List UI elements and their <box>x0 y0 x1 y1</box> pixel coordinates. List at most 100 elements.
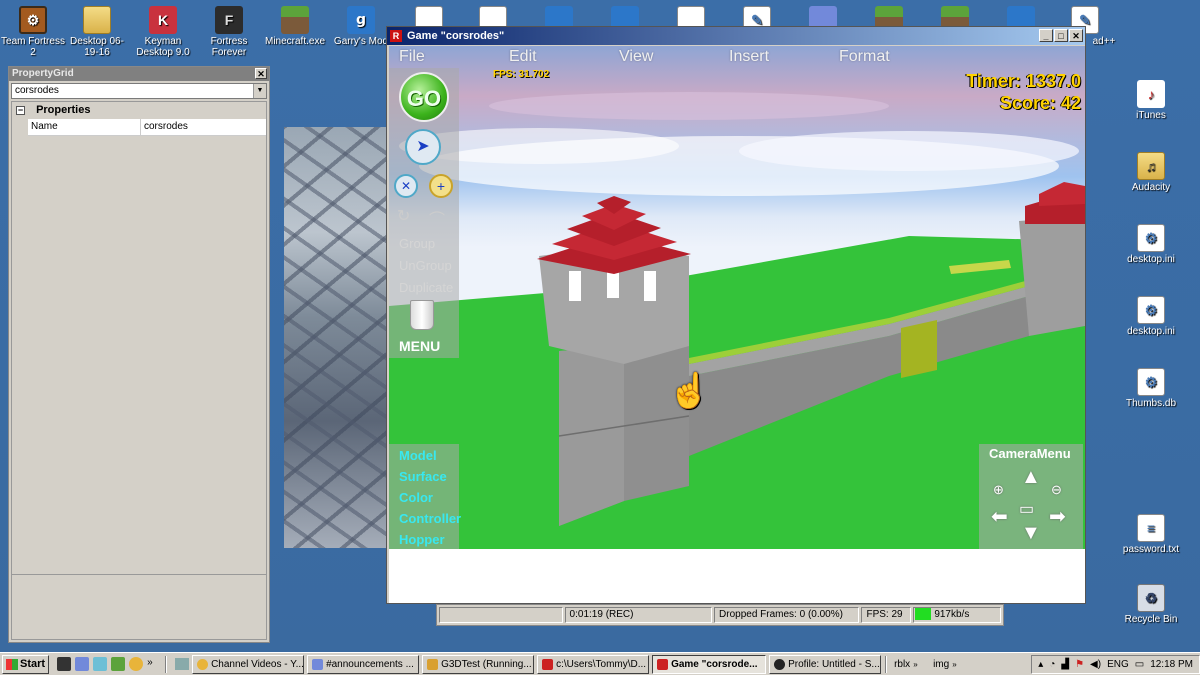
chevron-down-icon[interactable]: ▼ <box>253 84 266 98</box>
game-window: R Game "corsrodes" _ □ ✕ File Edit View … <box>386 26 1086 604</box>
taskbar-button[interactable]: Channel Videos - Y... <box>192 654 305 674</box>
rotate-icon[interactable]: ↻ <box>397 206 410 226</box>
windows-logo-icon <box>6 658 18 670</box>
trash-icon[interactable] <box>410 300 434 330</box>
language-indicator[interactable]: ENG <box>1107 659 1129 670</box>
game-window-status-area <box>389 549 1085 603</box>
property-row[interactable]: Name corsrodes <box>28 119 266 136</box>
ungroup-button[interactable]: UnGroup <box>399 258 452 273</box>
close-button[interactable]: ✕ <box>1069 29 1083 42</box>
desktop-icon-label: Thumbs.db <box>1125 398 1177 409</box>
taskbar-button[interactable]: G3DTest (Running... <box>422 654 535 674</box>
left-toolbar: GO ➤ ✕ + ↻ ⌒ Group UnGroup Duplicate MEN… <box>389 68 459 358</box>
camera-left-icon[interactable]: ⬅ <box>991 504 1008 529</box>
menu-file[interactable]: File <box>399 46 425 68</box>
clock[interactable]: 12:18 PM <box>1150 659 1193 670</box>
desktop-icon-fortress-forever[interactable]: F Fortress Forever <box>196 6 262 58</box>
add-icon[interactable]: + <box>429 174 453 198</box>
property-value[interactable]: corsrodes <box>141 119 266 135</box>
desktop-icon-recycle-bin[interactable]: ♻ Recycle Bin <box>1118 584 1184 625</box>
camera-zoom-out-icon[interactable]: ⊖ <box>1051 482 1062 498</box>
taskbar-button[interactable]: #announcements ... <box>307 654 420 674</box>
desktop-icon-label: Fortress Forever <box>210 36 248 58</box>
roblox-icon: R <box>390 30 402 42</box>
camera-down-icon[interactable]: ▼ <box>1021 522 1041 545</box>
camera-center-icon[interactable]: ▭ <box>1019 499 1034 519</box>
signal-icon[interactable]: ▟ <box>1061 659 1069 670</box>
property-key: Name <box>28 119 141 135</box>
keyman-icon: K <box>149 6 177 34</box>
taskbar-button-active[interactable]: Game "corsrode... <box>652 654 767 674</box>
desktop-icon-team-fortress[interactable]: ⚙ Team Fortress 2 <box>0 6 66 58</box>
close-icon[interactable]: ✕ <box>255 68 267 79</box>
toolbar-img[interactable]: img» <box>929 655 961 674</box>
recorder-empty-cell <box>439 607 563 623</box>
desktop-icon-folder[interactable]: Desktop 06-19-16 <box>64 6 130 58</box>
chrome-icon <box>197 658 209 670</box>
menu-view[interactable]: View <box>619 46 653 68</box>
flag-icon[interactable]: ⚑ <box>1075 659 1084 670</box>
property-grid-title: PropertyGrid <box>12 68 74 79</box>
taskbar-button-label: Profile: Untitled - S... <box>788 658 880 670</box>
minecraft-icon <box>281 6 309 34</box>
menu-insert[interactable]: Insert <box>729 46 769 68</box>
desktop-icon-password[interactable]: ≡ password.txt <box>1118 514 1184 555</box>
score-label: Score: 42 <box>999 93 1081 113</box>
camera-right-icon[interactable]: ➡ <box>1049 504 1066 529</box>
desktop-icon-itunes[interactable]: ♪ iTunes <box>1118 80 1184 121</box>
drag-icon[interactable]: ✕ <box>394 174 418 198</box>
menu-button[interactable]: MENU <box>399 338 440 354</box>
camera-zoom-in-icon[interactable]: ⊕ <box>993 482 1004 498</box>
discord-icon[interactable] <box>75 657 90 671</box>
desktop-icon-audacity[interactable]: ♫ Audacity <box>1118 152 1184 193</box>
volume-icon[interactable]: ◀) <box>1090 659 1101 670</box>
desktop-icon-garrys-mod[interactable]: g Garry's Mod <box>328 6 394 47</box>
network-monitor-icon[interactable] <box>175 658 190 670</box>
garrys-mod-icon: g <box>347 6 375 34</box>
start-label: Start <box>20 657 46 670</box>
property-category[interactable]: − Properties <box>12 102 266 119</box>
camera-up-icon[interactable]: ▲ <box>1021 466 1041 489</box>
start-button[interactable]: Start <box>2 654 50 674</box>
game-window-titlebar[interactable]: R Game "corsrodes" _ □ ✕ <box>387 27 1085 45</box>
desktop-icon-desktop-ini-2[interactable]: ⚙ desktop.ini <box>1118 296 1184 337</box>
desktop-icon-thumbs[interactable]: ⚙ Thumbs.db <box>1118 368 1184 409</box>
collapse-icon[interactable]: − <box>16 106 25 115</box>
group-button[interactable]: Group <box>399 236 435 251</box>
menu-edit[interactable]: Edit <box>509 46 537 68</box>
model-button[interactable]: Model <box>399 448 437 463</box>
color-button[interactable]: Color <box>399 490 433 505</box>
surface-button[interactable]: Surface <box>399 469 447 484</box>
taskbar-button-label: Game "corsrode... <box>671 658 758 670</box>
action-center-icon[interactable]: ▭ <box>1135 659 1144 670</box>
connect-icon[interactable] <box>93 657 108 671</box>
menu-format[interactable]: Format <box>839 46 890 68</box>
db-file-icon: ⚙ <box>1137 368 1165 396</box>
desktop-icon-keyman[interactable]: K Keyman Desktop 9.0 <box>130 6 196 58</box>
desktop-icon-label: Recycle Bin <box>1124 614 1178 625</box>
controller-button[interactable]: Controller <box>399 511 461 526</box>
desktop-icon-minecraft[interactable]: Minecraft.exe <box>262 6 328 47</box>
hopper-button[interactable]: Hopper <box>399 532 445 547</box>
cmd-icon[interactable] <box>57 657 72 671</box>
taskbar-button[interactable]: Profile: Untitled - S... <box>769 654 882 674</box>
taskbar-button[interactable]: c:\Users\Tommy\D... <box>537 654 650 674</box>
desktop-icon-label: desktop.ini <box>1127 326 1175 337</box>
chevron-right-icon[interactable]: » <box>147 657 157 671</box>
game-viewport[interactable]: File Edit View Insert Format FPS: 31.702… <box>389 46 1085 549</box>
chrome-icon[interactable] <box>129 657 144 671</box>
duplicate-button[interactable]: Duplicate <box>399 280 453 295</box>
desktop-icon-desktop-ini-1[interactable]: ⚙ desktop.ini <box>1118 224 1184 265</box>
network-icon[interactable]: ◔ <box>1049 659 1055 670</box>
go-button[interactable]: GO <box>399 72 449 122</box>
minecraft-icon[interactable] <box>111 657 126 671</box>
property-grid-titlebar[interactable]: PropertyGrid ✕ <box>9 67 269 81</box>
tray-expand-icon[interactable]: ▴ <box>1038 659 1043 670</box>
tilt-icon[interactable]: ⌒ <box>429 206 445 230</box>
toolbar-rblx[interactable]: rblx» <box>890 655 926 674</box>
object-selector-dropdown[interactable]: corsrodes ▼ <box>11 83 267 99</box>
minimize-button[interactable]: _ <box>1039 29 1053 42</box>
maximize-button[interactable]: □ <box>1054 29 1068 42</box>
select-arrow-icon[interactable]: ➤ <box>405 129 441 165</box>
quick-launch: » <box>57 657 157 671</box>
